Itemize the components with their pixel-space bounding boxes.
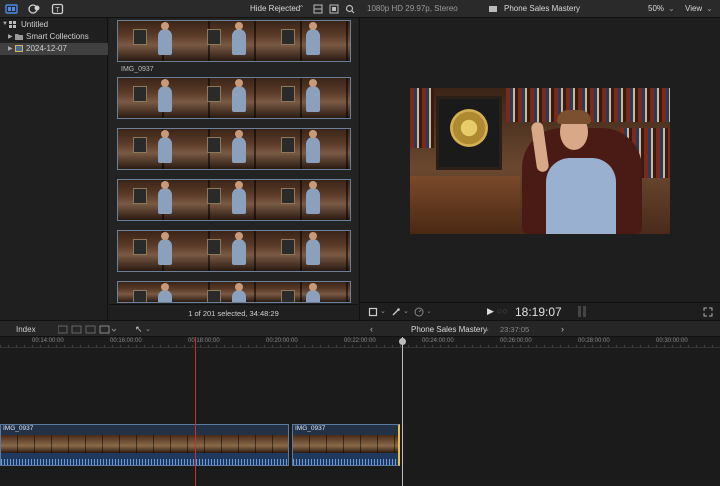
transform-chevron-icon[interactable]: ⌄ <box>380 307 386 315</box>
tool-chevron-icon[interactable]: ⌄ <box>145 325 151 333</box>
audio-waveform <box>293 453 398 465</box>
history-back-icon[interactable]: ‹ <box>370 324 373 334</box>
chevron-updown-icon[interactable]: ⌃ <box>298 4 305 13</box>
ruler-label: 00:30:00:00 <box>656 338 688 344</box>
audio-waveform <box>1 453 288 465</box>
project-icon <box>489 6 497 12</box>
audio-meter-icon <box>583 306 586 317</box>
audio-meter-icon <box>578 306 581 317</box>
event-icon <box>15 45 23 52</box>
svg-text:T: T <box>55 7 60 14</box>
filmstrip-row[interactable] <box>117 20 351 62</box>
disclosure-closed-icon[interactable]: ▶ <box>8 45 13 52</box>
clip-name-label: IMG_0937 <box>121 66 154 73</box>
photos-audio-icon[interactable] <box>28 3 41 15</box>
library-icon[interactable] <box>5 3 18 15</box>
titles-generators-icon[interactable]: T <box>51 3 64 15</box>
filmstrip-row[interactable] <box>117 128 351 170</box>
timeline-header: Index ↖ ⌄ ‹ Phone Sales Mastery ⌄ 23:37:… <box>0 320 720 337</box>
skimmer-line[interactable] <box>195 337 196 486</box>
viewer-controls: ⌄ ⌄ ⌄ ▶ ○○ 18:19:07 <box>360 302 720 320</box>
timeline-clip[interactable]: IMG_0937 <box>292 424 400 466</box>
video-frame[interactable] <box>410 88 670 234</box>
ruler-label: 00:20:00:00 <box>266 338 298 344</box>
project-chevron-icon[interactable]: ⌄ <box>484 325 490 333</box>
enhance-wand-icon[interactable] <box>391 307 401 317</box>
index-button[interactable]: Index <box>16 325 36 334</box>
timeline-project-name[interactable]: Phone Sales Mastery <box>411 325 487 334</box>
enhance-chevron-icon[interactable]: ⌄ <box>403 307 409 315</box>
playhead-line[interactable] <box>402 337 403 486</box>
project-duration: 23:37:05 <box>500 325 530 334</box>
timeline-ruler[interactable]: 00:14:00:00 00:16:00:00 00:18:00:00 00:2… <box>0 337 720 348</box>
playhead-handle[interactable] <box>399 338 406 345</box>
timecode-display[interactable]: 18:19:07 <box>515 305 562 319</box>
speed-chevron-icon[interactable]: ⌄ <box>426 307 432 315</box>
view-menu[interactable]: View <box>685 4 702 13</box>
library-grid-icon <box>9 21 16 28</box>
timeline-clip[interactable]: IMG_0937 <box>0 424 289 466</box>
disclosure-closed-icon[interactable]: ▶ <box>8 33 13 40</box>
zoom-chevron-icon[interactable]: ⌄ <box>668 4 675 13</box>
transform-icon[interactable] <box>368 307 378 317</box>
ruler-label: 00:16:00:00 <box>110 338 142 344</box>
app-toolbar: T Hide Rejected ⌃ 1080p HD 29.97p, Stere… <box>0 0 720 18</box>
filmstrip-icon[interactable] <box>329 3 339 15</box>
viewer-project-name: Phone Sales Mastery <box>504 4 581 13</box>
filter-dropdown[interactable]: Hide Rejected <box>250 4 300 13</box>
selection-status: 1 of 201 selected, 34:48:29 <box>109 304 358 320</box>
zoom-dropdown[interactable]: 50% <box>648 4 664 13</box>
libraries-sidebar: ▼ Untitled ▶ Smart Collections ▶ 2024-12… <box>0 18 108 320</box>
ruler-label: 00:26:00:00 <box>500 338 532 344</box>
clip-appearance-icon[interactable] <box>313 3 323 15</box>
disclosure-open-icon[interactable]: ▼ <box>2 21 8 27</box>
filmstrip-row[interactable] <box>117 77 351 119</box>
ruler-label: 00:14:00:00 <box>32 338 64 344</box>
ruler-label: 00:24:00:00 <box>422 338 454 344</box>
viewer-panel: ⌄ ⌄ ⌄ ▶ ○○ 18:19:07 <box>359 18 720 320</box>
folder-icon <box>15 34 23 40</box>
ruler-label: 00:18:00:00 <box>188 338 220 344</box>
ruler-label: 00:22:00:00 <box>344 338 376 344</box>
sidebar-item-label: Untitled <box>21 20 49 29</box>
play-icon[interactable]: ▶ <box>487 306 494 317</box>
filmstrip-row[interactable] <box>117 281 351 303</box>
history-forward-icon[interactable]: › <box>561 324 564 334</box>
speed-gauge-icon[interactable] <box>414 307 424 317</box>
ruler-label: 00:28:00:00 <box>578 338 610 344</box>
timecode-leading-icon: ○○ <box>497 306 508 316</box>
sidebar-item-smart-collections[interactable]: ▶ Smart Collections <box>0 31 108 43</box>
edit-buttons-icon[interactable] <box>58 325 118 334</box>
timeline-area[interactable]: IMG_0937 IMG_0937 <box>0 348 720 486</box>
framed-record-image <box>436 96 502 170</box>
select-tool-icon[interactable]: ↖ <box>135 324 143 335</box>
clip-browser: IMG_0937 1 of 201 selected, 34:48:29 <box>109 18 358 320</box>
filmstrip-row[interactable] <box>117 179 351 221</box>
search-icon[interactable] <box>345 3 355 15</box>
clip-label: IMG_0937 <box>295 425 326 432</box>
filmstrip-row[interactable] <box>117 230 351 272</box>
fullscreen-icon[interactable] <box>703 307 713 317</box>
clip-label: IMG_0937 <box>3 425 34 432</box>
sidebar-item-label: 2024-12-07 <box>26 44 67 53</box>
view-chevron-icon[interactable]: ⌄ <box>706 4 713 13</box>
sidebar-item-label: Smart Collections <box>26 32 89 41</box>
sidebar-item-library[interactable]: ▼ Untitled <box>0 19 108 31</box>
sidebar-item-event[interactable]: ▶ 2024-12-07 <box>0 43 108 55</box>
format-info: 1080p HD 29.97p, Stereo <box>367 4 458 13</box>
